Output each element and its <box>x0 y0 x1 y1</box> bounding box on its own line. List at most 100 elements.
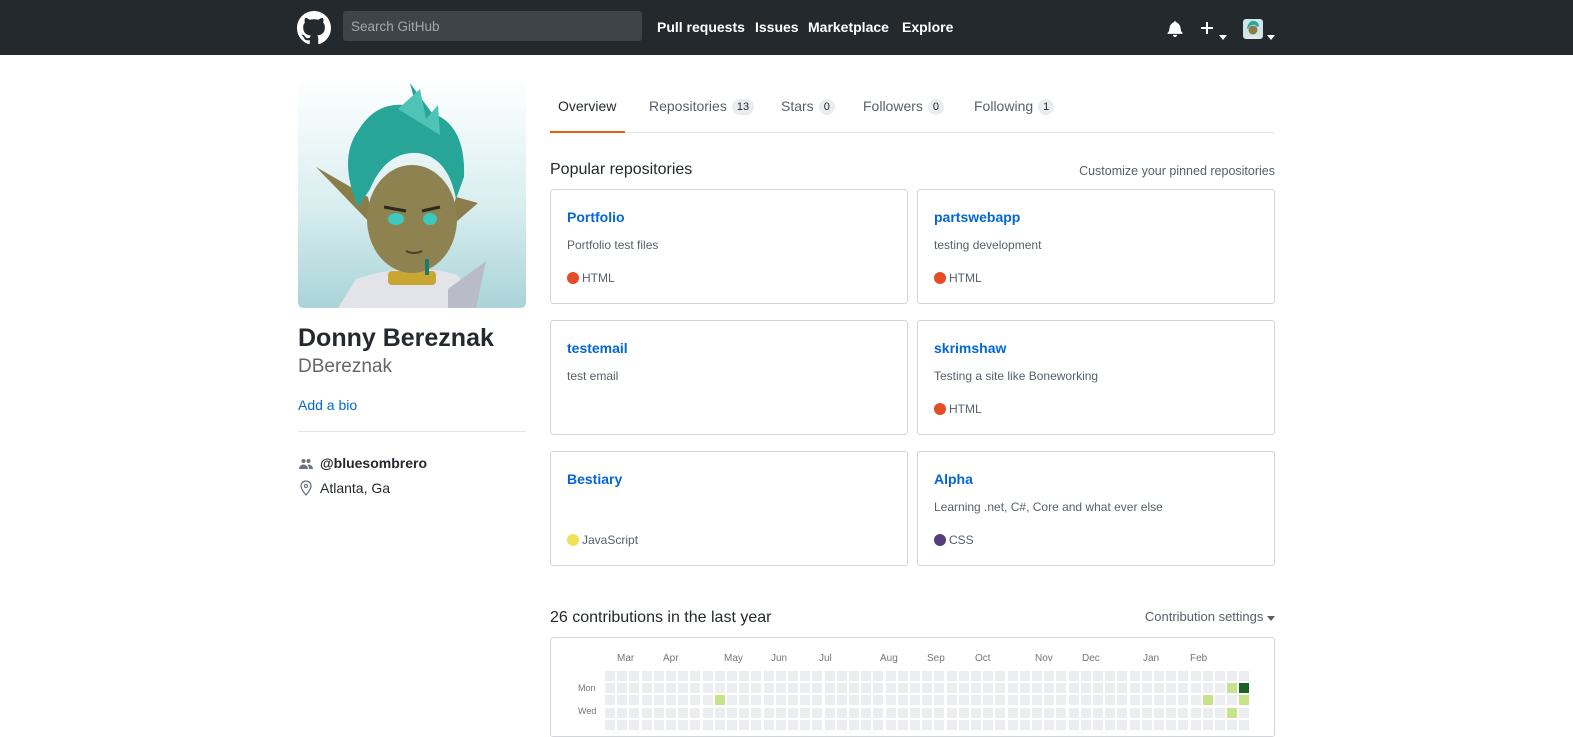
contribution-day[interactable] <box>910 695 920 706</box>
contribution-day[interactable] <box>751 695 762 706</box>
contribution-day[interactable] <box>1166 683 1177 694</box>
contribution-day[interactable] <box>995 671 1006 681</box>
contribution-day[interactable] <box>1141 683 1152 694</box>
contribution-day[interactable] <box>1007 707 1018 718</box>
contribution-day[interactable] <box>1105 683 1116 694</box>
contribution-day[interactable] <box>702 695 713 706</box>
contribution-day[interactable] <box>1117 683 1128 694</box>
contribution-day[interactable] <box>1178 719 1189 730</box>
contribution-day[interactable] <box>1080 683 1091 694</box>
contribution-day[interactable] <box>861 683 872 694</box>
contribution-day[interactable] <box>800 683 811 694</box>
contribution-day[interactable] <box>690 683 701 694</box>
contribution-day[interactable] <box>1215 707 1225 718</box>
tab-followers[interactable]: Followers 0 <box>863 98 945 115</box>
contribution-day[interactable] <box>885 695 896 706</box>
contribution-day[interactable] <box>641 719 652 730</box>
contribution-day[interactable] <box>1093 683 1103 694</box>
contribution-day[interactable] <box>1227 707 1238 718</box>
contribution-day[interactable] <box>946 695 957 706</box>
contribution-day[interactable] <box>995 683 1006 694</box>
contribution-day[interactable] <box>1056 671 1067 681</box>
github-logo-icon[interactable] <box>297 11 331 45</box>
contribution-day[interactable] <box>1129 707 1140 718</box>
contribution-day[interactable] <box>971 671 981 681</box>
contribution-day[interactable] <box>873 683 884 694</box>
contribution-day[interactable] <box>653 671 664 681</box>
contribution-day[interactable] <box>836 683 847 694</box>
contribution-day[interactable] <box>653 707 664 718</box>
contribution-day[interactable] <box>690 707 701 718</box>
contribution-day[interactable] <box>1141 695 1152 706</box>
contribution-day[interactable] <box>1044 671 1055 681</box>
contribution-day[interactable] <box>885 719 896 730</box>
contribution-day[interactable] <box>873 671 884 681</box>
contribution-day[interactable] <box>727 695 737 706</box>
contribution-day[interactable] <box>1032 695 1042 706</box>
plus-icon[interactable] <box>1200 20 1214 41</box>
contribution-day[interactable] <box>1141 671 1152 681</box>
contribution-day[interactable] <box>605 695 615 706</box>
contribution-day[interactable] <box>653 683 664 694</box>
contribution-day[interactable] <box>934 707 945 718</box>
contribution-day[interactable] <box>922 695 933 706</box>
contribution-day[interactable] <box>1105 719 1116 730</box>
contribution-day[interactable] <box>1019 707 1030 718</box>
contribution-day[interactable] <box>1019 695 1030 706</box>
contribution-day[interactable] <box>1129 671 1140 681</box>
contribution-day[interactable] <box>1178 707 1189 718</box>
contribution-day[interactable] <box>836 707 847 718</box>
contribution-day[interactable] <box>861 695 872 706</box>
contribution-day[interactable] <box>1154 707 1164 718</box>
contribution-day[interactable] <box>946 671 957 681</box>
contribution-day[interactable] <box>629 671 640 681</box>
contribution-day[interactable] <box>1007 695 1018 706</box>
contribution-day[interactable] <box>1190 707 1201 718</box>
contribution-day[interactable] <box>763 719 774 730</box>
contribution-day[interactable] <box>751 683 762 694</box>
contribution-day[interactable] <box>1105 707 1116 718</box>
contribution-day[interactable] <box>836 671 847 681</box>
contribution-day[interactable] <box>1202 683 1213 694</box>
contribution-day[interactable] <box>1080 671 1091 681</box>
tab-overview[interactable]: Overview <box>558 98 616 114</box>
contribution-day[interactable] <box>1068 671 1079 681</box>
contribution-day[interactable] <box>617 683 628 694</box>
tab-repositories[interactable]: Repositories 13 <box>649 98 755 115</box>
contribution-day[interactable] <box>971 719 981 730</box>
contribution-day[interactable] <box>751 671 762 681</box>
contribution-day[interactable] <box>629 695 640 706</box>
contribution-day[interactable] <box>800 719 811 730</box>
contribution-day[interactable] <box>702 719 713 730</box>
contribution-day[interactable] <box>1215 671 1225 681</box>
repo-name-link[interactable]: skrimshaw <box>934 340 1006 356</box>
contribution-day[interactable] <box>971 707 981 718</box>
contribution-day[interactable] <box>666 695 676 706</box>
contribution-day[interactable] <box>824 719 835 730</box>
contribution-day[interactable] <box>629 707 640 718</box>
nav-marketplace[interactable]: Marketplace <box>808 19 889 35</box>
contribution-day[interactable] <box>812 683 823 694</box>
contribution-day[interactable] <box>653 719 664 730</box>
bell-icon[interactable] <box>1167 20 1183 42</box>
contribution-day[interactable] <box>910 671 920 681</box>
contribution-day[interactable] <box>641 695 652 706</box>
contribution-day[interactable] <box>641 707 652 718</box>
nav-issues[interactable]: Issues <box>755 19 799 35</box>
contribution-day[interactable] <box>836 719 847 730</box>
contribution-day[interactable] <box>678 683 689 694</box>
contribution-day[interactable] <box>1080 719 1091 730</box>
contribution-day[interactable] <box>714 695 725 706</box>
contribution-day[interactable] <box>739 671 750 681</box>
contribution-day[interactable] <box>666 683 676 694</box>
contribution-day[interactable] <box>849 707 859 718</box>
contribution-day[interactable] <box>1178 671 1189 681</box>
repo-name-link[interactable]: Portfolio <box>567 209 625 225</box>
contribution-day[interactable] <box>958 671 969 681</box>
contribution-day[interactable] <box>873 719 884 730</box>
contribution-day[interactable] <box>897 719 908 730</box>
contribution-day[interactable] <box>922 683 933 694</box>
organization-name[interactable]: @bluesombrero <box>320 455 427 471</box>
contribution-day[interactable] <box>1044 695 1055 706</box>
contribution-day[interactable] <box>1007 671 1018 681</box>
